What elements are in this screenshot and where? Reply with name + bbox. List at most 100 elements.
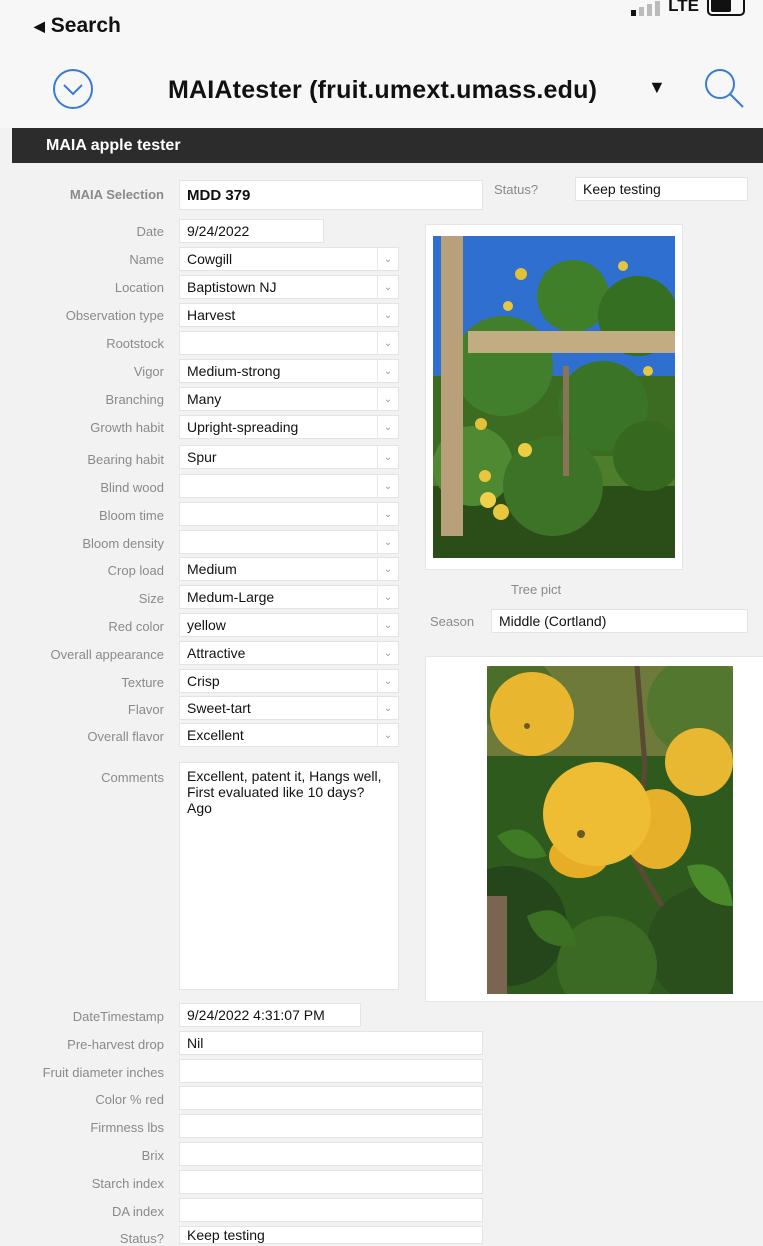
- chevron-down-icon[interactable]: ⌄: [377, 586, 398, 608]
- da-index-field[interactable]: [179, 1198, 483, 1222]
- size-dropdown[interactable]: Medum-Large ⌄: [179, 585, 399, 609]
- color-red-label: Color % red: [95, 1092, 164, 1107]
- texture-value: Crisp: [187, 673, 220, 689]
- location-dropdown[interactable]: Baptistown NJ ⌄: [179, 275, 399, 299]
- starch-index-label: Starch index: [91, 1176, 164, 1191]
- bloom-density-label: Bloom density: [82, 536, 164, 551]
- chevron-down-icon[interactable]: ⌄: [377, 558, 398, 580]
- status-bottom-field[interactable]: Keep testing: [179, 1226, 483, 1244]
- bloom-time-label: Bloom time: [98, 508, 164, 523]
- overall-appearance-dropdown[interactable]: Attractive ⌄: [179, 641, 399, 665]
- observation-type-value: Harvest: [187, 307, 236, 323]
- blind-wood-dropdown[interactable]: ⌄: [179, 474, 399, 498]
- comments-textarea[interactable]: Excellent, patent it, Hangs well, First …: [179, 762, 399, 990]
- vigor-label: Vigor: [133, 364, 164, 379]
- red-color-label: Red color: [108, 619, 164, 634]
- status-label: Status?: [494, 182, 539, 197]
- bearing-habit-label: Bearing habit: [87, 452, 164, 467]
- location-value: Baptistown NJ: [187, 279, 277, 295]
- date-field[interactable]: 9/24/2022: [179, 219, 324, 243]
- fruit-photo: [487, 666, 733, 994]
- chevron-down-icon[interactable]: ⌄: [377, 332, 398, 354]
- bloom-density-dropdown[interactable]: ⌄: [179, 530, 399, 554]
- bearing-habit-value: Spur: [187, 449, 217, 465]
- growth-habit-label: Growth habit: [90, 420, 164, 435]
- chevron-down-icon[interactable]: ⌄: [377, 416, 398, 438]
- fruit-photo-container[interactable]: [425, 656, 763, 1002]
- nav-bar: MAIAtester (fruit.umext.umass.edu) ▼: [0, 44, 763, 128]
- rootstock-dropdown[interactable]: ⌄: [179, 331, 399, 355]
- chevron-down-icon[interactable]: ⌄: [377, 360, 398, 382]
- chevron-down-icon[interactable]: ⌄: [377, 642, 398, 664]
- signal-indicator: LTE: [631, 0, 745, 16]
- chevron-down-icon[interactable]: ⌄: [377, 503, 398, 525]
- firmness-label: Firmness lbs: [90, 1120, 164, 1135]
- growth-habit-dropdown[interactable]: Upright-spreading ⌄: [179, 415, 399, 439]
- chevron-down-icon[interactable]: ⌄: [377, 276, 398, 298]
- branching-label: Branching: [105, 392, 164, 407]
- layout-title[interactable]: MAIAtester (fruit.umext.umass.edu): [168, 76, 597, 105]
- tree-photo-container[interactable]: [425, 224, 683, 570]
- crop-load-dropdown[interactable]: Medium ⌄: [179, 557, 399, 581]
- texture-dropdown[interactable]: Crisp ⌄: [179, 669, 399, 693]
- chevron-down-icon[interactable]: ⌄: [377, 724, 398, 746]
- color-red-field[interactable]: [179, 1086, 483, 1110]
- fruit-diameter-label: Fruit diameter inches: [42, 1065, 164, 1080]
- crop-load-value: Medium: [187, 561, 237, 577]
- chevron-down-icon[interactable]: ⌄: [377, 248, 398, 270]
- chevron-down-icon[interactable]: ⌄: [377, 670, 398, 692]
- size-label: Size: [138, 591, 164, 606]
- chevron-down-icon[interactable]: ⌄: [377, 697, 398, 719]
- observation-type-dropdown[interactable]: Harvest ⌄: [179, 303, 399, 327]
- back-label: Search: [50, 14, 121, 37]
- overall-flavor-value: Excellent: [187, 727, 244, 743]
- texture-label: Texture: [121, 675, 164, 690]
- chevron-down-icon[interactable]: ⌄: [377, 388, 398, 410]
- overall-appearance-label: Overall appearance: [50, 647, 164, 662]
- flavor-label: Flavor: [127, 702, 164, 717]
- fruit-diameter-field[interactable]: [179, 1059, 483, 1083]
- back-arrow-icon: ◀: [34, 17, 45, 34]
- chevron-down-icon[interactable]: ⌄: [377, 531, 398, 553]
- vigor-dropdown[interactable]: Medium-strong ⌄: [179, 359, 399, 383]
- firmness-field[interactable]: [179, 1114, 483, 1138]
- maia-selection-field[interactable]: MDD 379: [179, 180, 483, 210]
- rootstock-label: Rootstock: [106, 336, 164, 351]
- growth-habit-value: Upright-spreading: [187, 419, 299, 435]
- season-field[interactable]: Middle (Cortland): [491, 609, 748, 633]
- section-header: MAIA apple tester: [12, 128, 763, 163]
- chevron-down-circle-icon[interactable]: [52, 68, 94, 110]
- battery-icon: [707, 0, 745, 16]
- overall-flavor-dropdown[interactable]: Excellent ⌄: [179, 723, 399, 747]
- size-value: Medum-Large: [187, 589, 275, 605]
- search-icon[interactable]: [702, 66, 746, 110]
- red-color-dropdown[interactable]: yellow ⌄: [179, 613, 399, 637]
- flavor-dropdown[interactable]: Sweet-tart ⌄: [179, 696, 399, 720]
- datetimestamp-label: DateTimestamp: [72, 1009, 164, 1024]
- blind-wood-label: Blind wood: [100, 480, 164, 495]
- starch-index-field[interactable]: [179, 1170, 483, 1194]
- chevron-down-icon[interactable]: ⌄: [377, 475, 398, 497]
- name-label: Name: [129, 252, 164, 267]
- chevron-down-icon[interactable]: ⌄: [377, 614, 398, 636]
- overall-flavor-label: Overall flavor: [87, 729, 164, 744]
- back-to-search-button[interactable]: ◀ Search: [34, 14, 121, 38]
- datetimestamp-field[interactable]: 9/24/2022 4:31:07 PM: [179, 1003, 361, 1027]
- pre-harvest-drop-field[interactable]: Nil: [179, 1031, 483, 1055]
- status-field[interactable]: Keep testing: [575, 177, 748, 201]
- chevron-down-icon[interactable]: ⌄: [377, 304, 398, 326]
- vigor-value: Medium-strong: [187, 363, 281, 379]
- name-value: Cowgill: [187, 251, 233, 267]
- layout-dropdown-caret[interactable]: ▼: [648, 77, 666, 98]
- branching-dropdown[interactable]: Many ⌄: [179, 387, 399, 411]
- overall-appearance-value: Attractive: [187, 645, 246, 661]
- bloom-time-dropdown[interactable]: ⌄: [179, 502, 399, 526]
- bearing-habit-dropdown[interactable]: Spur ⌄: [179, 445, 399, 469]
- chevron-down-icon[interactable]: ⌄: [377, 446, 398, 468]
- location-label: Location: [114, 280, 164, 295]
- brix-field[interactable]: [179, 1142, 483, 1166]
- brix-label: Brix: [141, 1148, 164, 1163]
- network-type: LTE: [668, 0, 699, 15]
- name-dropdown[interactable]: Cowgill ⌄: [179, 247, 399, 271]
- da-index-label: DA index: [111, 1204, 164, 1219]
